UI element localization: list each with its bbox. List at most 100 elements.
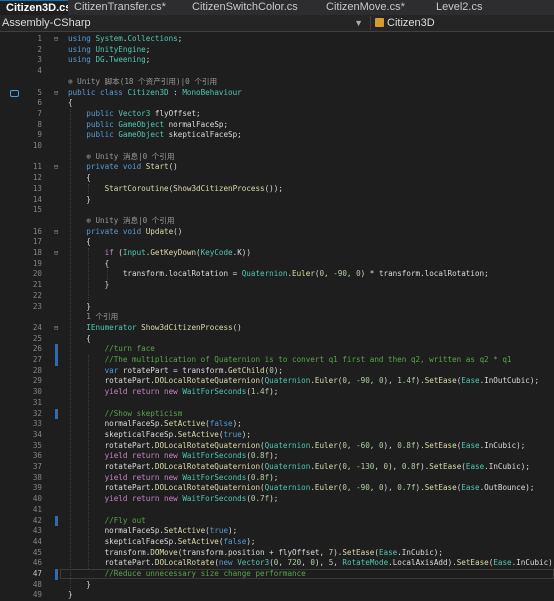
code-token: yield return new	[104, 494, 183, 504]
code-line[interactable]: 10	[0, 141, 554, 152]
code-line[interactable]: 36 yield return new WaitForSeconds(0.8f)…	[0, 451, 554, 462]
tab-0[interactable]: Citizen3D.cs*✕	[0, 0, 68, 15]
codelens-text[interactable]: ⊕ Unity 脚本(18 个资产引用)|0 个引用	[68, 77, 217, 88]
code-line[interactable]: 34 skepticalFaceSp.SetActive(true);	[0, 430, 554, 441]
code-line[interactable]: 9 public GameObject skepticalFaceSp;	[0, 130, 554, 141]
code-token: Ease	[493, 558, 512, 568]
code-line[interactable]: 12 {	[0, 173, 554, 184]
project-dropdown[interactable]: Assembly-CSharp ▼	[2, 16, 367, 30]
code-line[interactable]: 44 skepticalFaceSp.SetActive(false);	[0, 537, 554, 548]
code-line[interactable]: 26 //turn face	[0, 344, 554, 355]
line-number: 31	[32, 397, 42, 407]
code-line[interactable]: 25 {	[0, 334, 554, 345]
line-number: 28	[32, 365, 42, 375]
codelens-text[interactable]: ⊕ Unity 消息|0 个引用	[68, 216, 174, 227]
code-token: Ease	[461, 440, 480, 450]
code-line[interactable]: 45 transform.DOMove(transform.position +…	[0, 548, 554, 559]
code-line[interactable]: 47 //Reduce unnecessary size change perf…	[0, 569, 554, 580]
code-line[interactable]: 28 var rotatePart = transform.GetChild(0…	[0, 366, 554, 377]
code-line[interactable]: 43 normalFaceSp.SetActive(true);	[0, 526, 554, 537]
code-line[interactable]: 37 rotatePart.DOLocalRotateQuaternion(Qu…	[0, 462, 554, 473]
code-line[interactable]: 30 yield return new WaitForSeconds(1.4f)…	[0, 387, 554, 398]
code-token: //Fly out	[104, 515, 146, 525]
code-token: );	[273, 365, 283, 375]
code-line[interactable]: 7 public Vector3 flyOffset;	[0, 109, 554, 120]
code-token: -90	[356, 483, 370, 493]
code-line[interactable]: 35 rotatePart.DOLocalRotateQuaternion(Qu…	[0, 441, 554, 452]
code-line[interactable]: 41	[0, 505, 554, 516]
class-dropdown[interactable]: Citizen3D	[370, 16, 554, 30]
code-text: yield return new WaitForSeconds(0.8f);	[68, 451, 279, 462]
code-token: public	[86, 119, 119, 129]
code-line[interactable]: 29 rotatePart.DOLocalRotateQuaternion(Qu…	[0, 376, 554, 387]
code-line[interactable]: 3 using DG.Tweening;	[0, 55, 554, 66]
code-token: transform.	[68, 547, 151, 557]
code-line[interactable]: 38 yield return new WaitForSeconds(0.8f)…	[0, 473, 554, 484]
code-text: //turn face	[68, 344, 155, 355]
tab-1[interactable]: CitizenTransfer.cs*	[68, 0, 186, 15]
code-line[interactable]: 48 }	[0, 580, 554, 591]
code-line[interactable]: 18 ⊟ if (Input.GetKeyDown(KeyCode.K))	[0, 248, 554, 259]
code-text: skepticalFaceSp.SetActive(false);	[68, 537, 256, 548]
code-token: yield return new	[104, 451, 183, 461]
code-line[interactable]: 19 {	[0, 259, 554, 270]
code-line[interactable]: 22	[0, 291, 554, 302]
code-line[interactable]: 11 ⊟ private void Start()	[0, 162, 554, 173]
code-line[interactable]: 40 yield return new WaitForSeconds(0.7f)…	[0, 494, 554, 505]
code-token: Quaternion	[264, 440, 311, 450]
code-line[interactable]: 31	[0, 398, 554, 409]
code-line[interactable]: 6{	[0, 98, 554, 109]
code-line[interactable]: 23 }	[0, 302, 554, 313]
code-line[interactable]: 15	[0, 205, 554, 216]
code-line[interactable]: 4	[0, 66, 554, 77]
code-line[interactable]: 16 ⊟ private void Update()	[0, 227, 554, 238]
code-editor[interactable]: 1 ⊟ using System.Collections; 2 using UnityE…	[0, 32, 554, 599]
line-number: 37	[32, 462, 42, 471]
line-number: 15	[32, 205, 42, 215]
tab-3[interactable]: CitizenMove.cs*	[320, 0, 430, 15]
code-line[interactable]: 1 ⊟ using System.Collections;	[0, 34, 554, 45]
code-line[interactable]: 27 //The multiplication of Quaternion is…	[0, 355, 554, 366]
codelens-line[interactable]: 1 个引用	[0, 312, 554, 323]
collapse-icon[interactable]: ⊟	[54, 34, 58, 45]
collapse-icon[interactable]: ⊟	[54, 248, 58, 259]
code-token: 1.4f	[250, 387, 270, 397]
code-line[interactable]: 49}	[0, 590, 554, 601]
code-line[interactable]: 14 }	[0, 195, 554, 206]
code-line[interactable]: 5 ⊟ public class Citizen3D : MonoBehaviour	[0, 88, 554, 99]
code-line[interactable]: 32 //Show skepticism	[0, 408, 554, 420]
collapse-icon[interactable]: ⊟	[54, 88, 58, 99]
code-line[interactable]: 8 public GameObject normalFaceSp;	[0, 120, 554, 131]
codelens-text[interactable]: ⊕ Unity 消息|0 个引用	[68, 152, 174, 163]
codelens-line[interactable]: ⊕ Unity 消息|0 个引用	[0, 152, 554, 163]
code-line[interactable]: 17 {	[0, 237, 554, 248]
collapse-icon[interactable]: ⊟	[54, 162, 58, 173]
code-token: ,	[369, 376, 379, 386]
collapse-icon[interactable]: ⊟	[54, 323, 58, 334]
code-token: false	[209, 419, 233, 429]
code-line[interactable]: 21 }	[0, 280, 554, 291]
code-token: UnityEngine	[95, 44, 146, 54]
code-token: Euler	[314, 376, 338, 386]
code-token: ),	[383, 440, 398, 450]
codelens-line[interactable]: ⊕ Unity 消息|0 个引用	[0, 216, 554, 227]
code-line[interactable]: 24 ⊟ IEnumerator Show3dCitizenProcess()	[0, 323, 554, 334]
code-line[interactable]: 42 //Fly out	[0, 515, 554, 527]
code-line[interactable]: 39 rotatePart.DOLocalRotateQuaternion(Qu…	[0, 483, 554, 494]
navigation-marker-icon[interactable]	[10, 89, 19, 97]
code-token: -130	[356, 462, 375, 471]
code-line[interactable]: 33 normalFaceSp.SetActive(false);	[0, 419, 554, 430]
tab-2[interactable]: CitizenSwitchColor.cs	[186, 0, 320, 15]
code-line[interactable]: 13 StartCoroutine(Show3dCitizenProcess()…	[0, 184, 554, 195]
code-line[interactable]: 46 rotatePart.DOLocalRotate(new Vector3(…	[0, 558, 554, 569]
codelens-line[interactable]: ⊕ Unity 脚本(18 个资产引用)|0 个引用	[0, 77, 554, 88]
code-line[interactable]: 2 using UnityEngine;	[0, 45, 554, 56]
collapse-icon[interactable]: ⊟	[54, 227, 58, 238]
line-number: 12	[32, 173, 42, 183]
code-token: ,	[346, 440, 357, 450]
code-line[interactable]: 20 transform.localRotation = Quaternion.…	[0, 269, 554, 280]
codelens-text[interactable]: 1 个引用	[68, 312, 118, 323]
tab-4[interactable]: Level2.cs	[430, 0, 554, 15]
code-token: Vector3	[118, 108, 151, 118]
code-text: using System.Collections;	[68, 34, 182, 45]
